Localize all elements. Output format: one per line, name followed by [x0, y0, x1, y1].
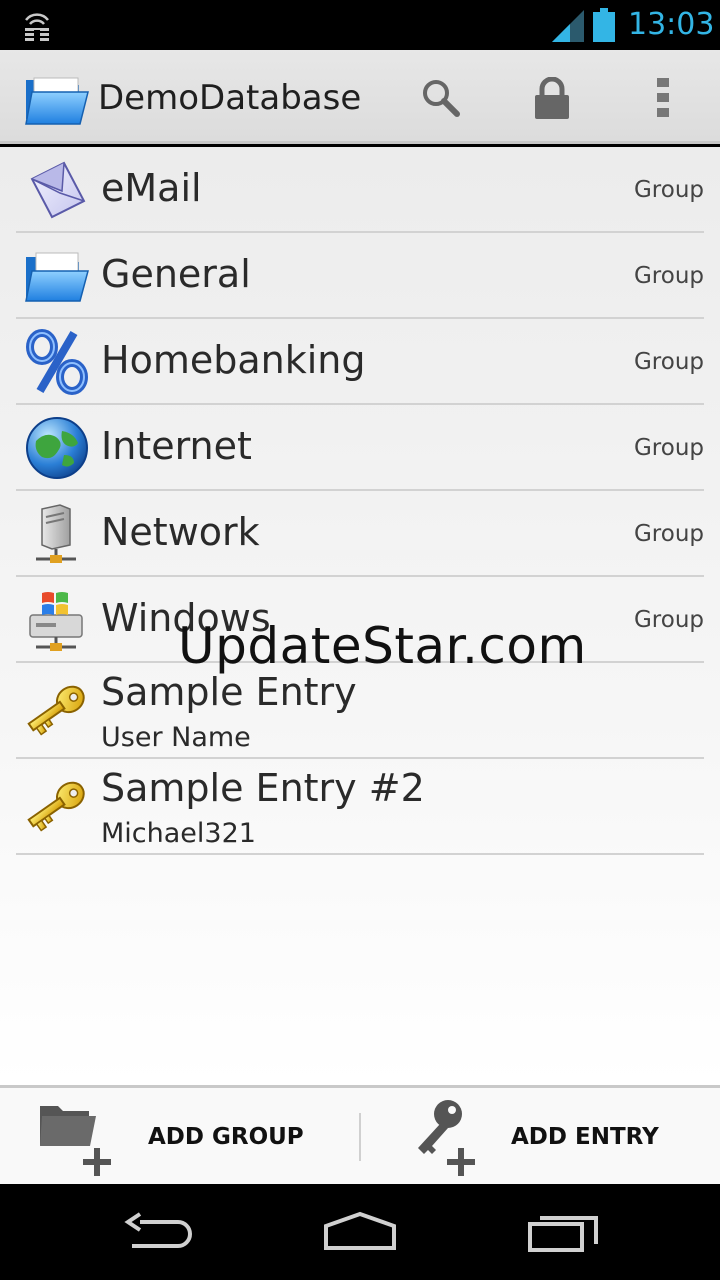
percent-icon [26, 329, 88, 395]
group-title: eMail [101, 166, 202, 210]
group-badge: Group [633, 349, 704, 375]
add-key-icon [418, 1100, 475, 1176]
list-item-entry-sample-entry-2[interactable]: Sample Entry #2 Michael321 [16, 759, 704, 855]
group-badge: Group [633, 177, 704, 203]
back-icon[interactable] [120, 1208, 200, 1256]
action-bar: DemoDatabase [0, 50, 720, 144]
group-title: General [101, 252, 251, 296]
screen: 13:03 DemoDatabase eMail Group General G… [0, 0, 720, 1280]
list-item-group-internet[interactable]: Internet Group [16, 405, 704, 491]
entry-username: User Name [101, 722, 251, 753]
notification-icon [25, 13, 49, 41]
key-icon [27, 781, 85, 832]
watermark: UpdateStar.com [178, 617, 587, 675]
signal-strength-icon [552, 10, 584, 42]
list-item-group-general[interactable]: General Group [16, 233, 704, 319]
group-badge: Group [633, 607, 704, 633]
list-item-group-email[interactable]: eMail Group [16, 147, 704, 233]
group-badge: Group [633, 263, 704, 289]
add-group-button[interactable]: ADD GROUP [0, 1088, 360, 1184]
entry-title: Sample Entry #2 [101, 766, 425, 810]
folder-open-icon[interactable] [24, 72, 90, 126]
add-folder-icon [40, 1106, 111, 1176]
list-item-group-network[interactable]: Network Group [16, 491, 704, 577]
group-badge: Group [633, 435, 704, 461]
app-title: DemoDatabase [98, 78, 362, 118]
search-button[interactable] [414, 70, 468, 126]
list-item-group-homebanking[interactable]: Homebanking Group [16, 319, 704, 405]
bottom-toolbar: ADD GROUP ADD ENTRY [0, 1085, 720, 1184]
home-icon[interactable] [320, 1208, 400, 1256]
list-item-entry-sample-entry[interactable]: Sample Entry User Name [16, 663, 704, 759]
lock-button[interactable] [525, 70, 579, 126]
recents-icon[interactable] [522, 1208, 602, 1256]
search-icon [423, 80, 460, 117]
add-group-label: ADD GROUP [148, 1124, 304, 1150]
add-entry-button[interactable]: ADD ENTRY [360, 1088, 720, 1184]
windows-computer-icon [29, 592, 83, 651]
network-server-icon [36, 504, 76, 563]
clock: 13:03 [628, 7, 715, 42]
globe-icon [26, 417, 88, 479]
key-icon [27, 685, 85, 736]
add-entry-label: ADD ENTRY [511, 1124, 659, 1150]
email-envelope-icon [30, 161, 86, 219]
group-title: Internet [101, 424, 252, 468]
group-title: Homebanking [101, 338, 366, 382]
overflow-menu-button[interactable] [636, 70, 690, 126]
folder-open-icon [25, 252, 89, 302]
entry-username: Michael321 [101, 818, 256, 849]
overflow-menu-icon [657, 78, 669, 117]
group-badge: Group [633, 521, 704, 547]
lock-icon [535, 77, 569, 119]
group-title: Network [101, 510, 260, 554]
battery-icon [593, 8, 615, 42]
navigation-bar [0, 1184, 720, 1280]
status-bar: 13:03 [0, 0, 720, 50]
